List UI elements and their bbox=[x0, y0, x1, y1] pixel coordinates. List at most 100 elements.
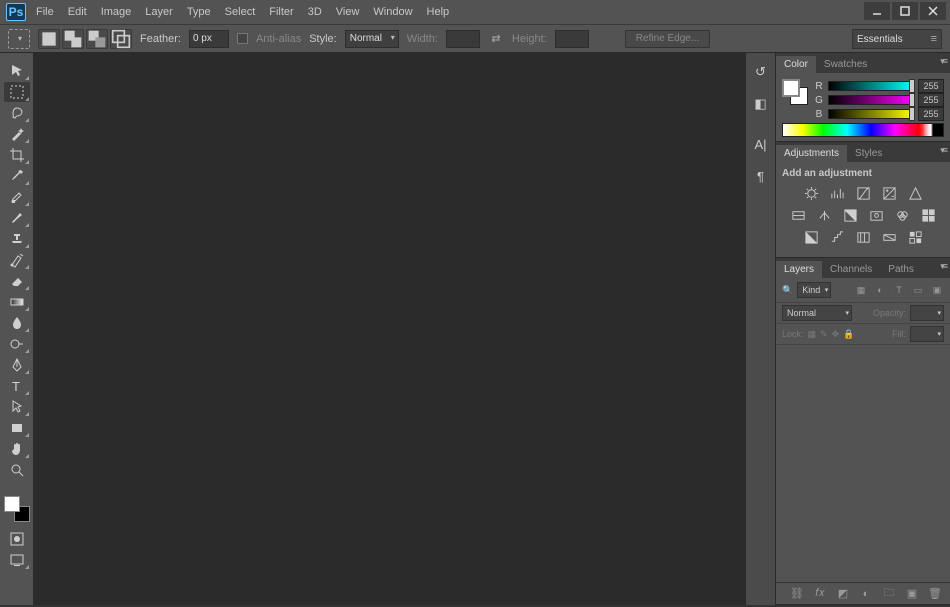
blend-mode-dropdown[interactable]: Normal bbox=[782, 305, 852, 321]
gradient-map-icon[interactable] bbox=[881, 229, 897, 245]
eyedropper-tool-icon[interactable] bbox=[4, 166, 30, 186]
dodge-tool-icon[interactable] bbox=[4, 334, 30, 354]
filter-pixel-icon[interactable]: ▦ bbox=[854, 283, 868, 297]
pen-tool-icon[interactable] bbox=[4, 355, 30, 375]
slider-r-value[interactable]: 255 bbox=[918, 79, 944, 93]
color-spectrum[interactable] bbox=[782, 123, 944, 137]
color-swatch-pair[interactable] bbox=[782, 79, 808, 105]
foreground-color-swatch[interactable] bbox=[4, 496, 20, 512]
invert-icon[interactable] bbox=[803, 229, 819, 245]
opacity-dropdown[interactable] bbox=[910, 305, 944, 321]
tab-color[interactable]: Color bbox=[776, 56, 816, 73]
menu-file[interactable]: File bbox=[36, 6, 54, 18]
filter-kind-dropdown[interactable]: Kind bbox=[797, 282, 831, 298]
color-lookup-icon[interactable] bbox=[920, 207, 936, 223]
new-fill-adjustment-icon[interactable]: ◐ bbox=[859, 587, 873, 601]
brightness-contrast-icon[interactable] bbox=[803, 185, 819, 201]
layer-mask-icon[interactable]: ◩ bbox=[836, 587, 850, 601]
character-panel-icon[interactable]: A| bbox=[752, 135, 770, 153]
lasso-tool-icon[interactable] bbox=[4, 103, 30, 123]
lock-transparent-icon[interactable]: ▦ bbox=[808, 329, 817, 340]
minimize-button[interactable] bbox=[864, 2, 890, 20]
link-layers-icon[interactable]: ⛓ bbox=[790, 587, 804, 601]
history-panel-icon[interactable]: ↺ bbox=[752, 63, 770, 81]
levels-icon[interactable] bbox=[829, 185, 845, 201]
hue-saturation-icon[interactable] bbox=[790, 207, 806, 223]
tab-channels[interactable]: Channels bbox=[822, 261, 880, 278]
fill-dropdown[interactable] bbox=[910, 326, 944, 342]
menu-filter[interactable]: Filter bbox=[269, 6, 293, 18]
photo-filter-icon[interactable] bbox=[868, 207, 884, 223]
refine-edge-button[interactable]: Refine Edge... bbox=[625, 30, 710, 48]
canvas-area[interactable] bbox=[34, 53, 745, 605]
menu-image[interactable]: Image bbox=[101, 6, 132, 18]
vibrance-icon[interactable] bbox=[907, 185, 923, 201]
eraser-tool-icon[interactable] bbox=[4, 271, 30, 291]
filter-shape-icon[interactable]: ▭ bbox=[911, 283, 925, 297]
antialias-checkbox[interactable] bbox=[237, 33, 248, 44]
slider-r[interactable] bbox=[828, 81, 914, 91]
new-selection-icon[interactable] bbox=[38, 29, 60, 49]
path-selection-tool-icon[interactable] bbox=[4, 397, 30, 417]
width-input[interactable] bbox=[446, 30, 480, 48]
clone-stamp-tool-icon[interactable] bbox=[4, 229, 30, 249]
threshold-icon[interactable] bbox=[855, 229, 871, 245]
hand-tool-icon[interactable] bbox=[4, 439, 30, 459]
screen-mode-icon[interactable] bbox=[4, 550, 30, 570]
current-tool-preset[interactable] bbox=[8, 29, 30, 49]
add-selection-icon[interactable] bbox=[62, 29, 84, 49]
filter-type-icon[interactable]: T bbox=[892, 283, 906, 297]
healing-brush-tool-icon[interactable] bbox=[4, 187, 30, 207]
lock-all-icon[interactable]: 🔒 bbox=[843, 329, 854, 340]
channel-mixer-icon[interactable] bbox=[894, 207, 910, 223]
filter-adjust-icon[interactable]: ◐ bbox=[873, 283, 887, 297]
maximize-button[interactable] bbox=[892, 2, 918, 20]
color-balance-icon[interactable] bbox=[816, 207, 832, 223]
height-input[interactable] bbox=[555, 30, 589, 48]
workspace-dropdown[interactable]: Essentials bbox=[852, 29, 942, 49]
tab-paths[interactable]: Paths bbox=[880, 261, 922, 278]
black-white-icon[interactable] bbox=[842, 207, 858, 223]
intersect-selection-icon[interactable] bbox=[110, 29, 132, 49]
color-swatch-front[interactable] bbox=[782, 79, 800, 97]
slider-b-value[interactable]: 255 bbox=[918, 107, 944, 121]
tab-swatches[interactable]: Swatches bbox=[816, 56, 875, 73]
layers-list[interactable] bbox=[776, 345, 950, 582]
tab-styles[interactable]: Styles bbox=[847, 145, 890, 162]
gradient-tool-icon[interactable] bbox=[4, 292, 30, 312]
foreground-background-color[interactable] bbox=[4, 496, 30, 522]
tab-adjustments[interactable]: Adjustments bbox=[776, 145, 847, 162]
blur-tool-icon[interactable] bbox=[4, 313, 30, 333]
zoom-tool-icon[interactable] bbox=[4, 460, 30, 480]
slider-g[interactable] bbox=[828, 95, 914, 105]
paragraph-panel-icon[interactable]: ¶ bbox=[752, 167, 770, 185]
selective-color-icon[interactable] bbox=[907, 229, 923, 245]
exposure-icon[interactable] bbox=[881, 185, 897, 201]
menu-layer[interactable]: Layer bbox=[145, 6, 173, 18]
curves-icon[interactable] bbox=[855, 185, 871, 201]
menu-window[interactable]: Window bbox=[373, 6, 412, 18]
feather-input[interactable] bbox=[189, 30, 229, 48]
menu-type[interactable]: Type bbox=[187, 6, 211, 18]
menu-edit[interactable]: Edit bbox=[68, 6, 87, 18]
properties-panel-icon[interactable]: ◧ bbox=[752, 95, 770, 113]
menu-view[interactable]: View bbox=[336, 6, 360, 18]
posterize-icon[interactable] bbox=[829, 229, 845, 245]
type-tool-icon[interactable]: T bbox=[4, 376, 30, 396]
quick-mask-icon[interactable] bbox=[4, 529, 30, 549]
lock-pixels-icon[interactable]: ✎ bbox=[820, 329, 828, 340]
history-brush-tool-icon[interactable] bbox=[4, 250, 30, 270]
move-tool-icon[interactable] bbox=[4, 61, 30, 81]
magic-wand-tool-icon[interactable] bbox=[4, 124, 30, 144]
swap-wh-icon[interactable]: ⇄ bbox=[488, 31, 504, 47]
slider-b[interactable] bbox=[828, 109, 914, 119]
close-button[interactable] bbox=[920, 2, 946, 20]
rectangle-tool-icon[interactable] bbox=[4, 418, 30, 438]
delete-layer-icon[interactable]: 🗑 bbox=[928, 587, 942, 601]
crop-tool-icon[interactable] bbox=[4, 145, 30, 165]
tab-layers[interactable]: Layers bbox=[776, 261, 822, 278]
menu-3d[interactable]: 3D bbox=[308, 6, 322, 18]
marquee-tool-icon[interactable] bbox=[4, 82, 30, 102]
style-dropdown[interactable]: Normal bbox=[345, 30, 399, 48]
new-layer-icon[interactable]: ▣ bbox=[905, 587, 919, 601]
